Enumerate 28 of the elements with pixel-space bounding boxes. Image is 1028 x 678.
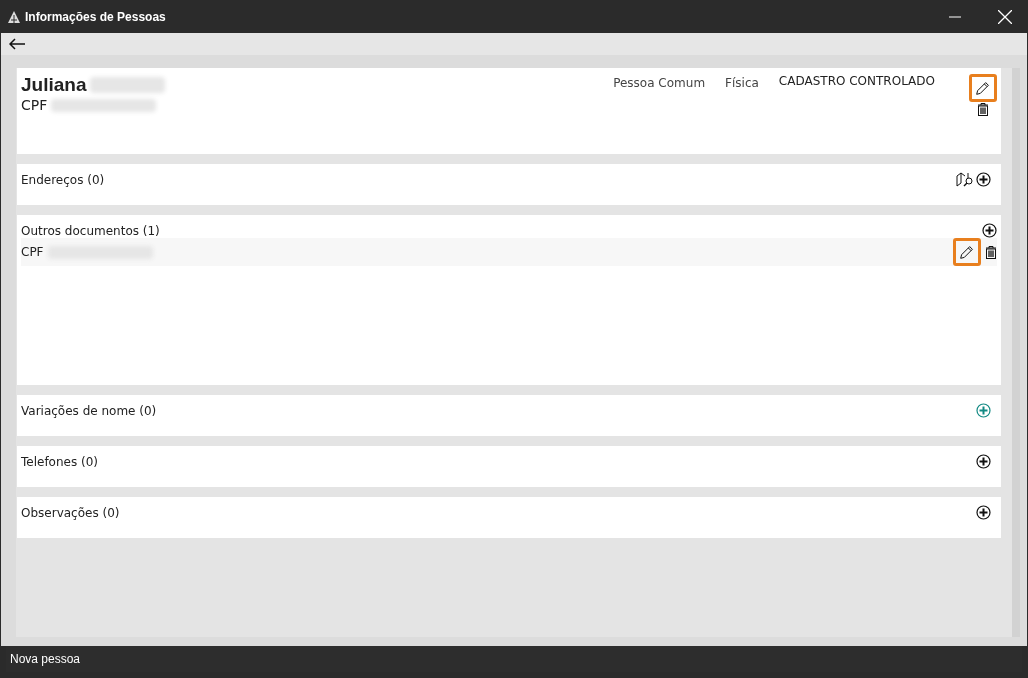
document-row[interactable]: CPF — [21, 238, 997, 266]
pencil-icon — [958, 243, 976, 261]
section-title: Variações de nome (0) — [21, 403, 157, 418]
add-icon[interactable] — [976, 505, 991, 520]
section-title: Telefones (0) — [21, 454, 98, 469]
person-type: Pessoa Comum — [613, 76, 706, 90]
section-title: Endereços (0) — [21, 172, 105, 187]
person-name: Juliana — [21, 74, 87, 96]
add-icon[interactable] — [976, 454, 991, 469]
back-arrow-icon[interactable] — [9, 38, 25, 50]
add-icon[interactable] — [982, 223, 997, 238]
section-title: Outros documentos (1) — [21, 223, 160, 238]
window-title: Informações de Pessoas — [25, 9, 166, 24]
section-title: Observações (0) — [21, 505, 120, 520]
trash-icon[interactable] — [985, 245, 997, 259]
pencil-icon — [974, 79, 992, 97]
logo-icon — [8, 10, 20, 23]
status-text: Nova pessoa — [10, 652, 81, 666]
close-icon[interactable] — [998, 9, 1012, 24]
edit-button[interactable] — [953, 238, 981, 266]
document-label: CPF — [21, 245, 44, 259]
edit-button[interactable] — [969, 74, 997, 102]
map-search-icon[interactable] — [956, 172, 974, 187]
registration-status: CADASTRO CONTROLADO — [778, 74, 935, 88]
trash-icon[interactable] — [977, 103, 989, 116]
person-nature: Física — [725, 76, 759, 90]
add-icon[interactable] — [976, 172, 991, 187]
document-label: CPF — [21, 97, 48, 113]
